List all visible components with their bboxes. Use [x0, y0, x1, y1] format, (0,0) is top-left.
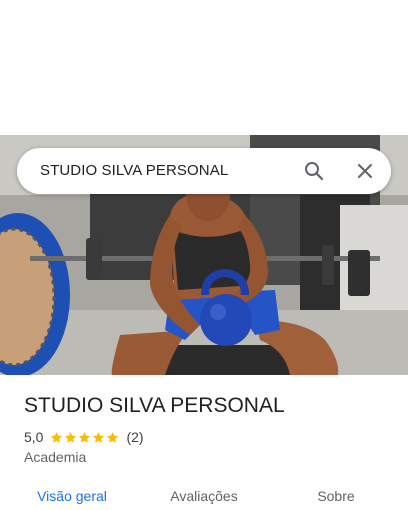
search-input[interactable]: STUDIO SILVA PERSONAL: [40, 148, 228, 194]
tab-reviews[interactable]: Avaliações: [150, 482, 258, 510]
star-icon: [79, 431, 91, 443]
search-icon: [305, 162, 324, 181]
tab-overview[interactable]: Visão geral: [18, 482, 126, 510]
search-bar[interactable]: STUDIO SILVA PERSONAL: [17, 148, 391, 194]
rating-row[interactable]: 5,0 (2): [24, 428, 144, 446]
place-title: STUDIO SILVA PERSONAL: [24, 394, 285, 417]
rating-stars: [50, 431, 120, 444]
place-tabs: Visão geral Avaliações Sobre: [0, 482, 408, 510]
clear-search-button[interactable]: [350, 156, 380, 186]
search-button[interactable]: [299, 156, 329, 186]
star-icon: [51, 431, 63, 443]
star-icon: [93, 431, 105, 443]
close-icon: [358, 164, 372, 178]
rating-value: 5,0: [24, 429, 44, 445]
star-icon: [107, 431, 119, 443]
review-count[interactable]: (2): [126, 429, 143, 445]
star-icon: [65, 431, 77, 443]
place-category: Academia: [24, 449, 87, 465]
tab-about[interactable]: Sobre: [282, 482, 390, 510]
